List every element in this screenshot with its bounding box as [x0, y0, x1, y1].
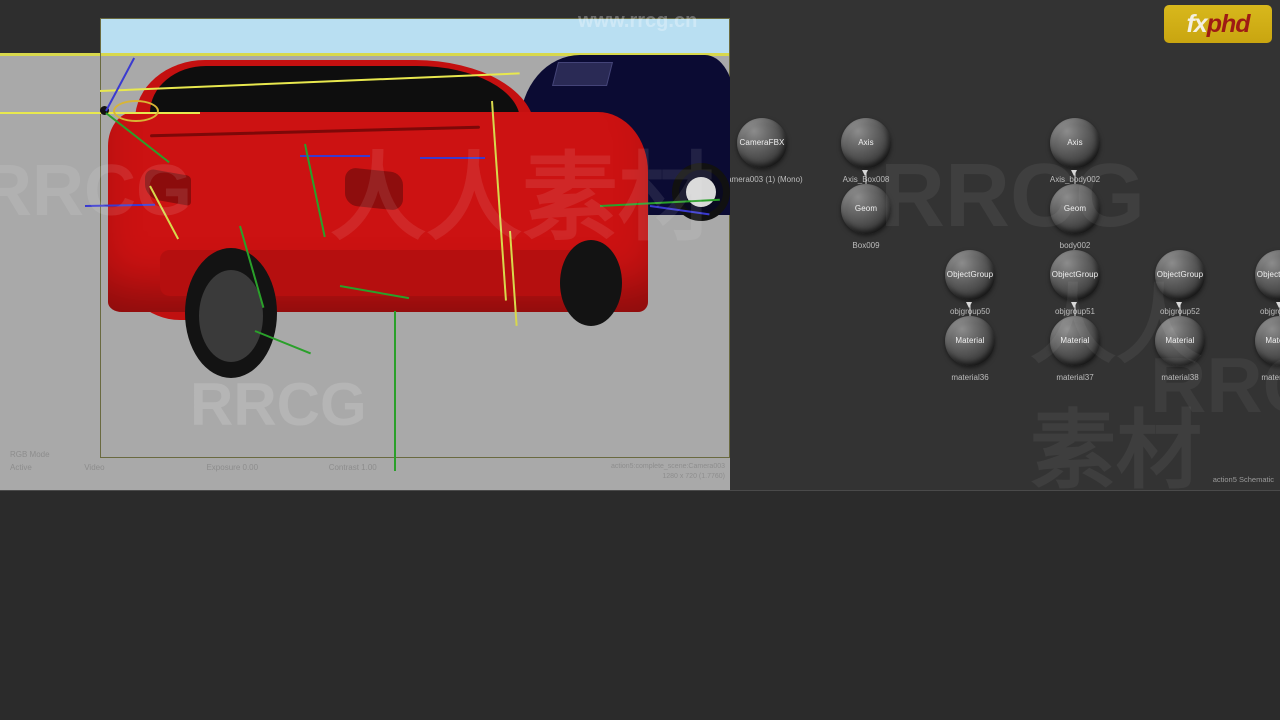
axis-gizmo-line	[300, 155, 370, 157]
schematic-footer-label: action5 Schematic	[1212, 475, 1274, 484]
schematic-node-label: material38	[1161, 373, 1199, 382]
red-car-wheel-right	[560, 240, 622, 326]
axis-gizmo-line	[394, 311, 396, 471]
schematic-node-title: Object	[1156, 270, 1181, 280]
viewport-rgb-mode: RGB Mode	[10, 450, 50, 459]
schematic-node[interactable]: ObjectGroup	[1155, 250, 1205, 300]
schematic-node-label: Box009	[852, 241, 880, 250]
schematic-node[interactable]: Material	[945, 316, 995, 366]
schematic-node-title: Material	[1060, 336, 1090, 346]
viewport-contrast: Contrast 1.00	[328, 463, 377, 472]
background-car-window	[552, 62, 613, 86]
schematic-node-label: body002	[1059, 241, 1091, 250]
schematic-node[interactable]: Axis	[1050, 118, 1100, 168]
schematic-node-title: Geom	[854, 204, 878, 214]
schematic-node-title: Group	[1180, 270, 1204, 280]
schematic-node[interactable]: Material	[1155, 316, 1205, 366]
schematic-node[interactable]: Axis	[841, 118, 891, 168]
red-car-taillight-right	[345, 166, 403, 212]
schematic-node-title: Group	[970, 270, 994, 280]
fxphd-logo: fx phd	[1164, 5, 1272, 43]
schematic-node-label: material37	[1056, 373, 1094, 382]
schematic-node-title: Material	[1165, 336, 1195, 346]
schematic-node[interactable]: ObjectGroup	[1255, 250, 1280, 300]
viewport-footer: action5:complete_scene:Camera003 1280 x …	[595, 462, 725, 482]
schematic-node-title: Object	[946, 270, 971, 280]
schematic-node[interactable]: Geom	[841, 184, 891, 234]
red-car-rim-left	[199, 270, 263, 362]
schematic-node-title: Group	[1075, 270, 1099, 280]
schematic-node-title: Axis	[1067, 138, 1083, 148]
background-car-hubcap	[686, 177, 716, 207]
node-edge	[1074, 302, 1075, 317]
schematic-node[interactable]: ObjectGroup	[1050, 250, 1100, 300]
viewport-resolution: 1280 x 720 (1.7760)	[662, 473, 725, 480]
node-edge	[969, 302, 970, 317]
schematic-node-label: objgroup53	[1259, 307, 1280, 316]
schematic-node-title: FBX	[768, 138, 785, 148]
schematic-node-title: Geom	[1063, 204, 1087, 214]
schematic-node[interactable]: ObjectGroup	[945, 250, 995, 300]
schematic-node-label: Camera003 (1) (Mono)	[730, 175, 803, 184]
schematic-node-title: Material	[955, 336, 985, 346]
schematic-node[interactable]: Material	[1050, 316, 1100, 366]
schematic-node-title: Axis	[858, 138, 874, 148]
axis-gizmo-ellipse[interactable]	[113, 100, 159, 122]
schematic-node[interactable]: Camera FBX	[737, 118, 787, 168]
viewport-exposure: Exposure 0.00	[206, 463, 259, 472]
node-edge	[1074, 170, 1075, 185]
schematic-node-graph[interactable]: CameraFBXCamera003 (1) (Mono)AxisAxis_Bo…	[730, 0, 1280, 490]
schematic-node[interactable]: Geom	[1050, 184, 1100, 234]
top-area: RGB Mode Active Video Exposure 0.00 Cont…	[0, 0, 1280, 501]
schematic-node-label: material39	[1261, 373, 1280, 382]
schematic-node-title: Material	[1265, 336, 1280, 346]
schematic-node-title: Object	[1256, 270, 1280, 280]
axis-gizmo-line	[420, 157, 485, 159]
3d-viewport[interactable]: RGB Mode Active Video Exposure 0.00 Cont…	[0, 0, 730, 490]
node-edge	[865, 170, 866, 185]
viewport-active: Active	[10, 463, 32, 472]
application-window: RGB Mode Active Video Exposure 0.00 Cont…	[0, 0, 1280, 720]
schematic-node-title: Object	[1051, 270, 1076, 280]
bottom-control-panel: << < EXIT BFX Load Batch Save Preview Pr…	[0, 490, 1280, 720]
logo-fx-text: fx	[1186, 9, 1207, 38]
node-edge	[1179, 302, 1180, 317]
logo-phd-text: phd	[1206, 9, 1251, 38]
schematic-node-label: material36	[951, 373, 989, 382]
viewport-render-path: action5:complete_scene:Camera003	[610, 463, 725, 470]
schematic-node[interactable]: Material	[1255, 316, 1280, 366]
schematic-node-title: Camera	[739, 138, 769, 148]
viewport-video: Video	[84, 463, 105, 472]
viewport-status-bar: RGB Mode Active Video Exposure 0.00 Cont…	[10, 448, 377, 474]
